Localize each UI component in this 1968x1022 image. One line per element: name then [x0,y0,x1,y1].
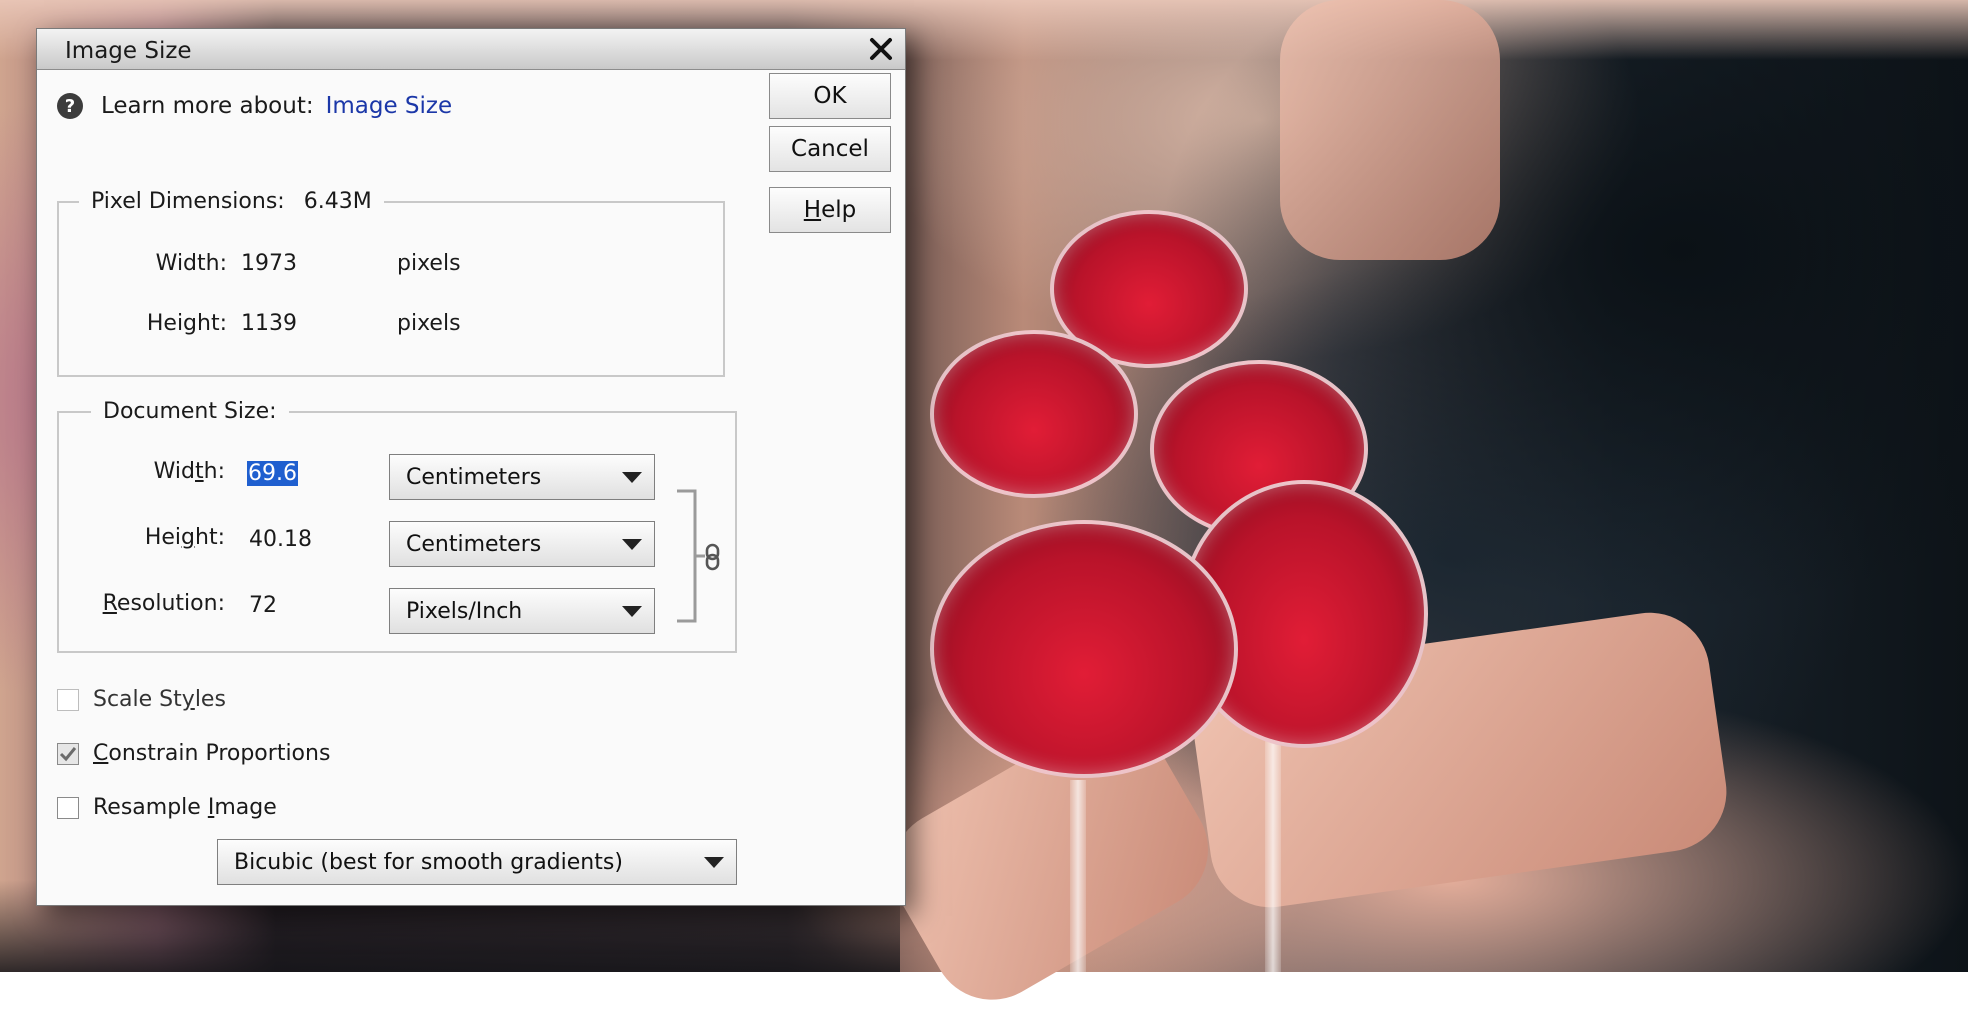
ok-button[interactable]: OK [769,73,891,119]
learn-more-label: Learn more about: [101,93,314,119]
doc-height-input[interactable]: 40.18 [249,527,312,552]
resample-image-checkbox[interactable]: Resample Image [57,795,277,820]
pixel-height-label: Height: [146,311,227,336]
chevron-down-icon [622,539,642,550]
pixel-dimensions-size: 6.43M [303,189,372,214]
wine-glass [930,330,1138,498]
chevron-down-icon [622,472,642,483]
doc-height-label: Height: [144,525,225,550]
close-button[interactable] [863,31,899,67]
resolution-unit-select[interactable]: Pixels/Inch [389,588,655,634]
resample-image-label: Resample Image [93,795,277,820]
pixel-height-unit: pixels [397,311,461,336]
pixel-width-value: 1973 [241,251,297,276]
resample-image-box[interactable] [57,796,79,819]
constrain-link-icon [677,489,720,623]
help-button-mnemonic: H [803,197,822,223]
scale-styles-label: Scale Styles [93,687,226,712]
pixel-dimensions-legend: Pixel Dimensions: 6.43M [79,189,384,214]
glass-stem [1070,780,1086,972]
learn-more-link[interactable]: Image Size [326,93,453,119]
scale-styles-box[interactable] [57,688,79,711]
resample-method-select[interactable]: Bicubic (best for smooth gradients) [217,839,737,885]
pixel-dimensions-label: Pixel Dimensions: [91,189,285,214]
dialog-titlebar[interactable]: Image Size [37,29,905,70]
resolution-input[interactable]: 72 [249,593,277,618]
doc-width-unit-select[interactable]: Centimeters [389,454,655,500]
document-size-legend: Document Size: [91,399,289,424]
hand-shape [1280,0,1500,260]
pixel-dimensions-group [57,201,725,377]
image-size-dialog: Image Size ? Learn more about: Image Siz… [36,28,906,906]
constrain-proportions-label: Constrain Proportions [93,741,331,766]
pixel-height-value: 1139 [241,311,297,336]
checkmark-icon [59,746,77,761]
resample-method-value: Bicubic (best for smooth gradients) [234,850,623,875]
constrain-proportions-box[interactable] [57,742,79,765]
doc-height-unit-select[interactable]: Centimeters [389,521,655,567]
chevron-down-icon [622,606,642,617]
scale-styles-checkbox[interactable]: Scale Styles [57,687,226,712]
learn-more-row: ? Learn more about: Image Size [57,93,452,119]
doc-width-input[interactable]: 69.6 [247,461,298,486]
resolution-label: Resolution: [102,591,225,616]
wine-glass [930,520,1238,778]
help-button[interactable]: Help [769,187,891,233]
chevron-down-icon [704,857,724,868]
constrain-proportions-checkbox[interactable]: Constrain Proportions [57,741,330,766]
question-icon: ? [57,93,83,119]
pixel-width-unit: pixels [397,251,461,276]
doc-width-label: Width: [153,459,225,484]
doc-height-unit-value: Centimeters [406,532,542,557]
close-icon [870,38,892,60]
dialog-title: Image Size [65,38,192,64]
doc-width-unit-value: Centimeters [406,465,542,490]
document-size-label: Document Size: [103,399,277,424]
resolution-unit-value: Pixels/Inch [406,599,523,624]
pixel-width-label: Width: [155,251,227,276]
help-button-label: elp [821,197,857,223]
cancel-button[interactable]: Cancel [769,126,891,172]
